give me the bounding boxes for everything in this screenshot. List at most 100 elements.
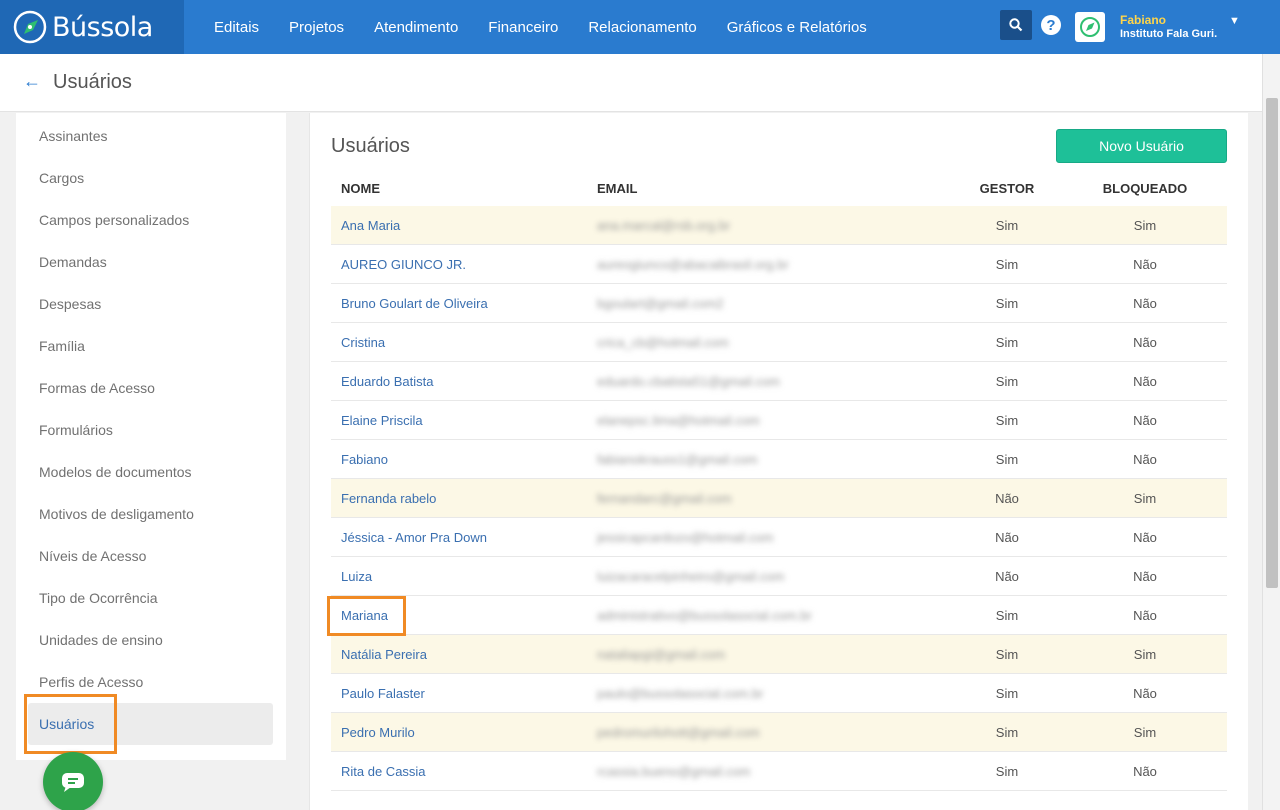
user-name-link[interactable]: Ana Maria [341,218,400,233]
main-nav: Editais Projetos Atendimento Financeiro Rela… [199,0,882,54]
users-table-body: Ana Maria ana.marcal@rsb.org.br Sim Sim AURE… [331,206,1227,791]
user-name-link[interactable]: Eduardo Batista [341,374,434,389]
user-bloqueado: Sim [1133,725,1157,740]
user-email: jessicapcardozo@hotmail.com [597,530,774,545]
chat-icon [62,773,84,792]
user-email: rcassia.bueno@gmail.com [597,764,751,779]
user-gestor: Não [995,530,1019,545]
nav-item[interactable]: Projetos [289,19,344,36]
user-name-link[interactable]: Natália Pereira [341,647,427,662]
user-bloqueado: Não [1133,569,1157,584]
new-user-button[interactable]: Novo Usuário [1056,129,1227,163]
user-menu[interactable]: Fabiano Instituto Fala Guri. [1120,13,1217,41]
brand-logo-link[interactable]: Bússola [0,0,184,54]
chat-button[interactable] [43,752,103,810]
table-row[interactable]: Natália Pereira nataliapgi@gmail.com Sim Si… [331,635,1227,674]
table-row[interactable]: Rita de Cassia rcassia.bueno@gmail.com Sim… [331,752,1227,791]
sidebar-item[interactable]: Assinantes [39,115,107,157]
user-name-link[interactable]: Rita de Cassia [341,764,426,779]
sidebar-item[interactable]: Despesas [39,283,101,325]
user-name-link[interactable]: Cristina [341,335,385,350]
user-email: paulo@bussolasocial.com.br [597,686,764,701]
user-gestor: Sim [995,686,1019,701]
sidebar-item[interactable]: Demandas [39,241,107,283]
table-row[interactable]: Bruno Goulart de Oliveira bgoulart@gmail.… [331,284,1227,323]
sidebar-item[interactable]: Motivos de desligamento [39,493,194,535]
table-row[interactable]: Luiza luizacaracelpinheiro@gmail.com Não Nã… [331,557,1227,596]
sidebar-item[interactable]: Formulários [39,409,113,451]
column-header-email[interactable]: EMAIL [597,181,637,196]
user-name-link[interactable]: Paulo Falaster [341,686,425,701]
table-row[interactable]: Pedro Murilo pedromurilohott@gmail.com Sim… [331,713,1227,752]
nav-item[interactable]: Financeiro [488,19,558,36]
user-gestor: Sim [995,413,1019,428]
annotation-highlight-usuarios [24,694,117,754]
nav-item[interactable]: Gráficos e Relatórios [727,19,867,36]
table-row[interactable]: Jéssica - Amor Pra Down jessicapcardozo@h… [331,518,1227,557]
nav-item[interactable]: Atendimento [374,19,458,36]
table-row[interactable]: AUREO GIUNCO JR. aureogiunco@abacaibrasil… [331,245,1227,284]
table-row[interactable]: Ana Maria ana.marcal@rsb.org.br Sim Sim [331,206,1227,245]
user-name-link[interactable]: Pedro Murilo [341,725,415,740]
sidebar-item[interactable]: Modelos de documentos [39,451,192,493]
user-gestor: Sim [995,257,1019,272]
table-row[interactable]: Fernanda rabelo fernandarc@gmail.com Não Si… [331,479,1227,518]
user-email: crica_cb@hotmail.com [597,335,729,350]
user-bloqueado: Não [1133,335,1157,350]
column-header-name[interactable]: NOME [341,181,380,196]
nav-item[interactable]: Editais [214,19,259,36]
sidebar-item[interactable]: Família [39,325,85,367]
user-bloqueado: Não [1133,296,1157,311]
user-name-link[interactable]: Jéssica - Amor Pra Down [341,530,487,545]
sidebar-item[interactable]: Formas de Acesso [39,367,155,409]
column-header-gestor[interactable]: GESTOR [961,181,1053,196]
user-gestor: Sim [995,296,1019,311]
chevron-down-icon[interactable]: ▼ [1229,15,1240,27]
user-gestor: Sim [995,218,1019,233]
user-email: nataliapgi@gmail.com [597,647,726,662]
user-gestor: Sim [995,764,1019,779]
sidebar-item[interactable]: Unidades de ensino [39,619,163,661]
user-bloqueado: Não [1133,530,1157,545]
user-name-link[interactable]: Bruno Goulart de Oliveira [341,296,488,311]
user-name-link[interactable]: Fernanda rabelo [341,491,436,506]
user-org: Instituto Fala Guri. [1120,28,1218,40]
user-name-link[interactable]: AUREO GIUNCO JR. [341,257,466,272]
user-name-link[interactable]: Fabiano [341,452,388,467]
panel-title: Usuários [331,135,410,157]
user-gestor: Sim [995,647,1019,662]
table-row[interactable]: Fabiano fabianokrauss1@gmail.com Sim Não [331,440,1227,479]
sidebar-item[interactable]: Cargos [39,157,84,199]
user-email: pedromurilohott@gmail.com [597,725,760,740]
user-email: fernandarc@gmail.com [597,491,732,506]
table-row[interactable]: Mariana administrativo@bussolasocial.com.… [331,596,1227,635]
scrollbar-thumb[interactable] [1266,98,1278,588]
arrow-left-icon[interactable]: ← [21,70,43,92]
user-gestor: Sim [995,725,1019,740]
user-email: fabianokrauss1@gmail.com [597,452,758,467]
user-name-link[interactable]: Luiza [341,569,372,584]
user-name-link[interactable]: Elaine Priscila [341,413,423,428]
sidebar-item[interactable]: Níveis de Acesso [39,535,146,577]
column-header-bloqueado[interactable]: BLOQUEADO [1095,181,1195,196]
search-button[interactable] [1000,10,1032,40]
search-icon [1009,18,1023,32]
sidebar-item[interactable]: Tipo de Ocorrência [39,577,158,619]
user-gestor: Sim [995,374,1019,389]
table-row[interactable]: Paulo Falaster paulo@bussolasocial.com.br… [331,674,1227,713]
user-email: luizacaracelpinheiro@gmail.com [597,569,785,584]
table-row[interactable]: Eduardo Batista eduardo.cbatista51@gmail.… [331,362,1227,401]
help-icon[interactable]: ? [1041,15,1061,35]
sidebar-item[interactable]: Campos personalizados [39,199,189,241]
table-row[interactable]: Elaine Priscila elanepsc.lima@hotmail.com… [331,401,1227,440]
user-email: eduardo.cbatista51@gmail.com [597,374,781,389]
user-email: ana.marcal@rsb.org.br [597,218,731,233]
page-scrollbar[interactable] [1262,54,1280,810]
user-bloqueado: Não [1133,413,1157,428]
nav-item[interactable]: Relacionamento [588,19,696,36]
avatar[interactable] [1075,12,1105,42]
user-bloqueado: Sim [1133,218,1157,233]
compass-icon [13,10,47,44]
users-panel: Usuários Novo Usuário NOME EMAIL GESTOR … [309,113,1248,810]
table-row[interactable]: Cristina crica_cb@hotmail.com Sim Não [331,323,1227,362]
